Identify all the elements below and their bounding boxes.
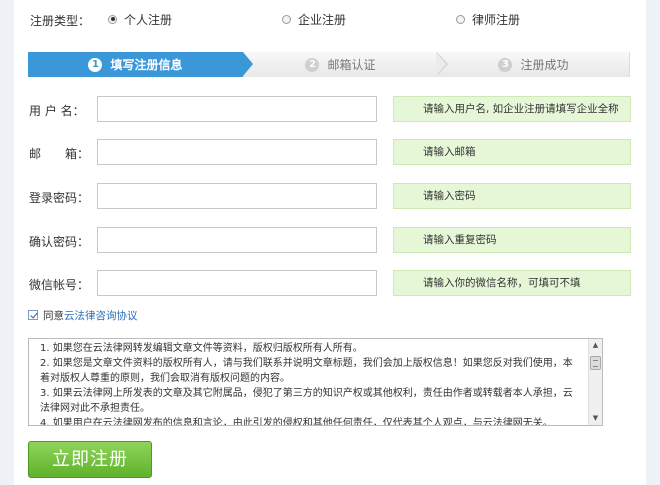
confirm-password-tip: 请输入重复密码 (393, 227, 631, 253)
terms-text: 1. 如果您在云法律网转发编辑文章文件等资料，版权归版权所有人所有。 2. 如果… (29, 339, 587, 426)
email-label: 邮 箱： (29, 147, 90, 161)
confirm-password-input[interactable] (97, 227, 377, 253)
email-tip: 请输入邮箱 (393, 139, 631, 165)
step-fill-info: 1 填写注册信息 (28, 52, 243, 77)
password-row: 登录密码： 请输入密码 (14, 183, 646, 209)
radio-lawyer-dot[interactable] (456, 14, 465, 24)
step-email-verify: 2 邮箱认证 (243, 52, 438, 77)
username-input[interactable] (97, 96, 377, 122)
radio-lawyer[interactable]: 律师注册 (456, 11, 520, 27)
terms-item: 1. 如果您在云法律网转发编辑文章文件等资料，版权归版权所有人所有。 (40, 343, 363, 354)
scroll-down-icon[interactable]: ▼ (589, 412, 602, 425)
registration-type-label: 注册类型： (30, 14, 91, 28)
register-button[interactable]: 立即注册 (28, 441, 152, 478)
terms-item: 2. 如果您是文章文件资料的版权所有人，请与我们联系并说明文章标题，我们会加上版… (40, 358, 573, 384)
scroll-thumb[interactable] (590, 356, 601, 370)
password-label: 登录密码： (29, 191, 90, 205)
wechat-row: 微信帐号： 请输入你的微信名称，可填可不填 (14, 270, 646, 296)
agreement-prefix: 同意 (43, 309, 64, 322)
radio-personal-dot[interactable] (108, 14, 117, 24)
step-arrow-1 (243, 52, 253, 76)
confirm-password-row: 确认密码： 请输入重复密码 (14, 227, 646, 253)
wechat-input[interactable] (97, 270, 377, 296)
agreement-checkbox[interactable] (28, 310, 38, 320)
username-tip: 请输入用户名, 如企业注册请填写企业全称 (393, 96, 631, 122)
step-1-number: 1 (88, 57, 103, 72)
username-row: 用 户 名： 请输入用户名, 如企业注册请填写企业全称 (14, 96, 646, 122)
step-success: 3 注册成功 (438, 52, 630, 77)
confirm-password-label: 确认密码： (29, 235, 90, 249)
radio-enterprise-label: 企业注册 (298, 12, 347, 27)
wechat-tip: 请输入你的微信名称，可填可不填 (393, 270, 631, 296)
terms-item: 3. 如果云法律网上所发表的文章及其它附属品，侵犯了第三方的知识产权或其他权利，… (40, 388, 573, 414)
email-input[interactable] (97, 139, 377, 165)
wechat-label: 微信帐号： (29, 278, 90, 292)
step-1-label: 填写注册信息 (110, 58, 183, 72)
terms-box[interactable]: 1. 如果您在云法律网转发编辑文章文件等资料，版权归版权所有人所有。 2. 如果… (28, 338, 603, 426)
radio-enterprise[interactable]: 企业注册 (282, 11, 346, 27)
step-3-label: 注册成功 (520, 58, 569, 72)
radio-personal-label: 个人注册 (124, 12, 173, 27)
email-row: 邮 箱： 请输入邮箱 (14, 139, 646, 165)
radio-enterprise-dot[interactable] (282, 14, 291, 24)
step-2-number: 2 (305, 57, 320, 72)
step-2-label: 邮箱认证 (327, 58, 376, 72)
password-input[interactable] (97, 183, 377, 209)
agreement-link[interactable]: 云法律咨询协议 (64, 308, 138, 323)
agreement-row: 同意 云法律咨询协议 (28, 308, 138, 322)
radio-lawyer-label: 律师注册 (472, 12, 521, 27)
terms-item: 4. 如果用户在云法律网发布的信息和言论，由此引发的侵权和其他任何责任，仅代表其… (40, 418, 553, 426)
password-tip: 请输入密码 (393, 183, 631, 209)
registration-type-row: 注册类型： 个人注册 企业注册 律师注册 (14, 10, 646, 29)
step-3-number: 3 (498, 57, 513, 72)
register-panel: 注册类型： 个人注册 企业注册 律师注册 1 填写注册信息 2 邮箱认证 3 注… (14, 0, 646, 485)
step-arrow-2 (436, 52, 446, 76)
progress-steps: 1 填写注册信息 2 邮箱认证 3 注册成功 (28, 52, 630, 77)
terms-scrollbar[interactable]: ▲ ▼ (588, 339, 602, 425)
username-label: 用 户 名： (29, 104, 85, 118)
scroll-up-icon[interactable]: ▲ (589, 339, 602, 352)
radio-personal[interactable]: 个人注册 (108, 11, 172, 27)
